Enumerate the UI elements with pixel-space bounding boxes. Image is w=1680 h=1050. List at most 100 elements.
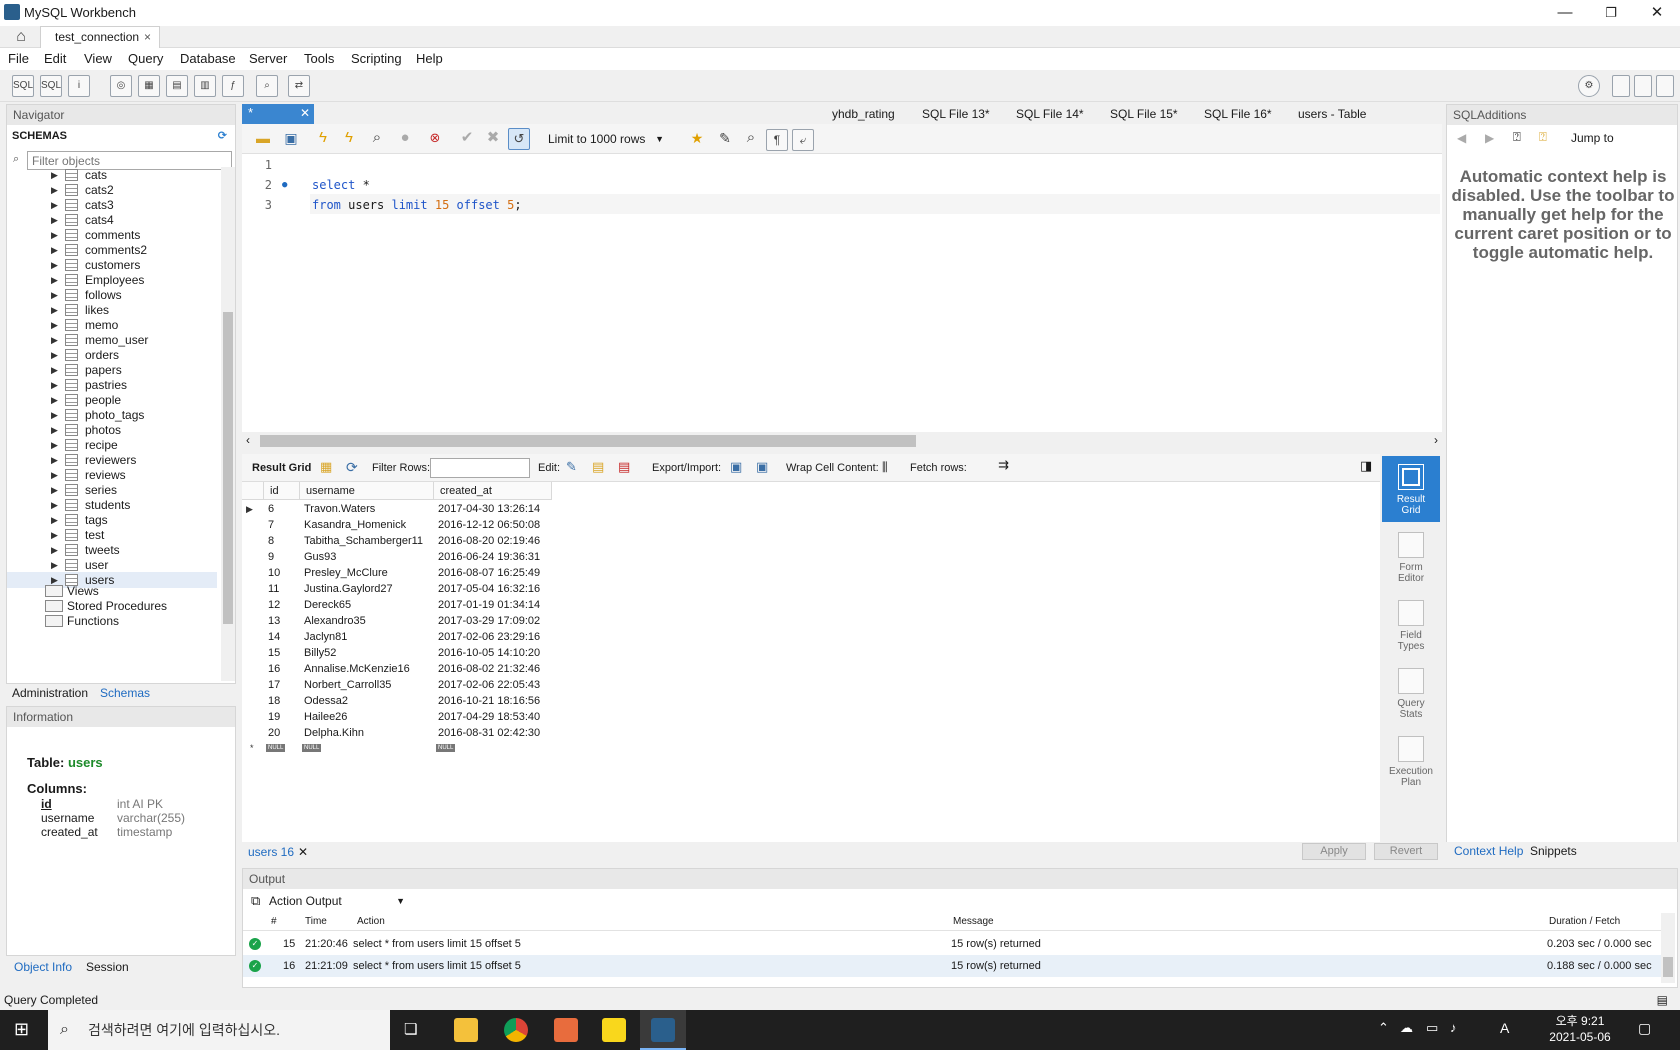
- form-editor-view-button[interactable]: Form Editor: [1382, 524, 1440, 590]
- execute-icon[interactable]: ϟ: [312, 128, 334, 150]
- grid-cell[interactable]: 2017-04-30 13:26:14: [434, 501, 552, 518]
- grid-cell[interactable]: Jaclyn81: [300, 629, 434, 646]
- grid-cell[interactable]: 2017-04-29 18:53:40: [434, 709, 552, 726]
- grid-cell[interactable]: 2017-02-06 23:29:16: [434, 629, 552, 646]
- autocommit-toggle-icon[interactable]: ↺: [508, 128, 530, 150]
- maximize-button[interactable]: ❐: [1588, 0, 1634, 26]
- grid-cell[interactable]: Norbert_Carroll35: [300, 677, 434, 694]
- connection-tab[interactable]: test_connection ×: [40, 26, 160, 48]
- menu-edit[interactable]: Edit: [44, 51, 66, 66]
- delete-row-icon[interactable]: ▤: [618, 459, 630, 475]
- home-icon[interactable]: ⌂: [8, 28, 34, 46]
- grid-cell[interactable]: 15: [264, 645, 300, 662]
- grid-cell[interactable]: 2016-08-07 16:25:49: [434, 565, 552, 582]
- grid-cell[interactable]: Justina.Gaylord27: [300, 581, 434, 598]
- taskbar-clock[interactable]: 오후 9:21 2021-05-06: [1540, 1013, 1620, 1045]
- expand-arrow-icon[interactable]: ▶: [51, 287, 58, 303]
- output-row[interactable]: ✓ 16 21:21:09 select * from users limit 15 …: [243, 955, 1663, 977]
- notifications-icon[interactable]: ▢: [1638, 1020, 1651, 1037]
- tab-sql-file-16[interactable]: SQL File 16*: [1204, 107, 1272, 121]
- expand-arrow-icon[interactable]: ▶: [51, 392, 58, 408]
- expand-arrow-icon[interactable]: ▶: [51, 527, 58, 543]
- menu-tools[interactable]: Tools: [304, 51, 334, 66]
- minimize-button[interactable]: —: [1542, 0, 1588, 26]
- expand-arrow-icon[interactable]: ▶: [51, 497, 58, 513]
- scroll-right-icon[interactable]: ›: [1434, 433, 1438, 447]
- grid-cell[interactable]: 2017-05-04 16:32:16: [434, 581, 552, 598]
- wrap-toggle-icon[interactable]: ⫼: [882, 460, 888, 475]
- reconnect-icon[interactable]: ⇄: [288, 75, 310, 97]
- grid-cell[interactable]: Tabitha_Schamberger11: [300, 533, 434, 550]
- tree-node-table[interactable]: ▶ memo_user: [7, 332, 217, 348]
- tab-sql-file-15[interactable]: SQL File 15*: [1110, 107, 1178, 121]
- expand-arrow-icon[interactable]: ▶: [51, 437, 58, 453]
- revert-button[interactable]: Revert: [1374, 843, 1438, 860]
- expand-arrow-icon[interactable]: ▶: [51, 377, 58, 393]
- tab-users-table[interactable]: users - Table: [1298, 107, 1366, 121]
- tab-administration[interactable]: Administration: [12, 686, 88, 700]
- null-placeholder[interactable]: NULL: [266, 744, 286, 752]
- tree-node-table[interactable]: ▶ tags: [7, 512, 217, 528]
- expand-arrow-icon[interactable]: ▶: [51, 212, 58, 228]
- tree-node-table[interactable]: ▶ cats: [7, 167, 217, 183]
- null-placeholder[interactable]: NULL: [436, 744, 456, 752]
- menu-database[interactable]: Database: [180, 51, 236, 66]
- tree-node-table[interactable]: ▶ customers: [7, 257, 217, 273]
- scrollbar-thumb[interactable]: [1663, 957, 1673, 977]
- grid-cell[interactable]: 2017-02-06 22:05:43: [434, 677, 552, 694]
- grid-cell[interactable]: 13: [264, 613, 300, 630]
- tree-node-table[interactable]: ▶ memo: [7, 317, 217, 333]
- grid-cell[interactable]: 12: [264, 597, 300, 614]
- expand-arrow-icon[interactable]: ▶: [51, 407, 58, 423]
- editor-horizontal-scrollbar[interactable]: ‹ ›: [242, 432, 1442, 450]
- expand-arrow-icon[interactable]: ▶: [51, 272, 58, 288]
- settings-icon[interactable]: ⚙: [1578, 75, 1600, 97]
- row-limit-select[interactable]: Limit to 1000 rows ▼: [544, 130, 668, 148]
- grid-cell[interactable]: Hailee26: [300, 709, 434, 726]
- tray-network-icon[interactable]: ▭: [1426, 1020, 1438, 1036]
- tree-node-table[interactable]: ▶ series: [7, 482, 217, 498]
- tree-node-table[interactable]: ▶ comments2: [7, 242, 217, 258]
- toggle-output-icon[interactable]: [1634, 75, 1652, 97]
- import-icon[interactable]: ▣: [756, 459, 768, 475]
- tree-node-table[interactable]: ▶ orders: [7, 347, 217, 363]
- tab-yhdb-rating[interactable]: yhdb_rating: [832, 107, 895, 121]
- expand-arrow-icon[interactable]: ▶: [51, 197, 58, 213]
- expand-arrow-icon[interactable]: ▶: [51, 482, 58, 498]
- output-scrollbar[interactable]: [1661, 913, 1675, 983]
- grid-cell[interactable]: Alexandro35: [300, 613, 434, 630]
- add-snippet-icon[interactable]: ★: [686, 128, 708, 150]
- grid-cell[interactable]: Dereck65: [300, 597, 434, 614]
- menu-help[interactable]: Help: [416, 51, 443, 66]
- tree-node-table[interactable]: ▶ papers: [7, 362, 217, 378]
- tab-object-info[interactable]: Object Info: [14, 960, 72, 974]
- expand-arrow-icon[interactable]: ▶: [51, 227, 58, 243]
- menu-scripting[interactable]: Scripting: [351, 51, 402, 66]
- grid-cell[interactable]: 10: [264, 565, 300, 582]
- tab-current-query[interactable]: * ✕: [242, 104, 314, 124]
- grid-cell[interactable]: 9: [264, 549, 300, 566]
- execution-plan-view-button[interactable]: Execution Plan: [1382, 728, 1440, 794]
- tree-node-table[interactable]: ▶ test: [7, 527, 217, 543]
- grid-cell[interactable]: Annalise.McKenzie16: [300, 661, 434, 678]
- result-grid-view-button[interactable]: Result Grid: [1382, 456, 1440, 522]
- toggle-secondary-sidebar-icon[interactable]: [1656, 75, 1674, 97]
- tree-node-table[interactable]: ▶ user: [7, 557, 217, 573]
- grid-cell[interactable]: 2016-10-05 14:10:20: [434, 645, 552, 662]
- column-header-username[interactable]: username: [300, 482, 434, 500]
- tree-node-functions[interactable]: Functions: [7, 613, 217, 629]
- save-icon[interactable]: ▣: [280, 128, 302, 150]
- tree-node-table[interactable]: ▶ Employees: [7, 272, 217, 288]
- tree-node-table[interactable]: ▶ photo_tags: [7, 407, 217, 423]
- grid-cell[interactable]: 2017-01-19 01:34:14: [434, 597, 552, 614]
- tree-node-stored-procedures[interactable]: Stored Procedures: [7, 598, 217, 614]
- expand-arrow-icon[interactable]: ▶: [51, 167, 58, 183]
- close-tab-icon[interactable]: ✕: [298, 845, 308, 859]
- menu-view[interactable]: View: [84, 51, 112, 66]
- tree-node-table[interactable]: ▶ likes: [7, 302, 217, 318]
- beautify-icon[interactable]: ✎: [714, 128, 736, 150]
- grid-cell[interactable]: 2016-08-20 02:19:46: [434, 533, 552, 550]
- windows-start-icon[interactable]: ⊞: [14, 1019, 29, 1040]
- column-header-created-at[interactable]: created_at: [434, 482, 552, 500]
- refresh-icon[interactable]: ⟳: [218, 127, 227, 145]
